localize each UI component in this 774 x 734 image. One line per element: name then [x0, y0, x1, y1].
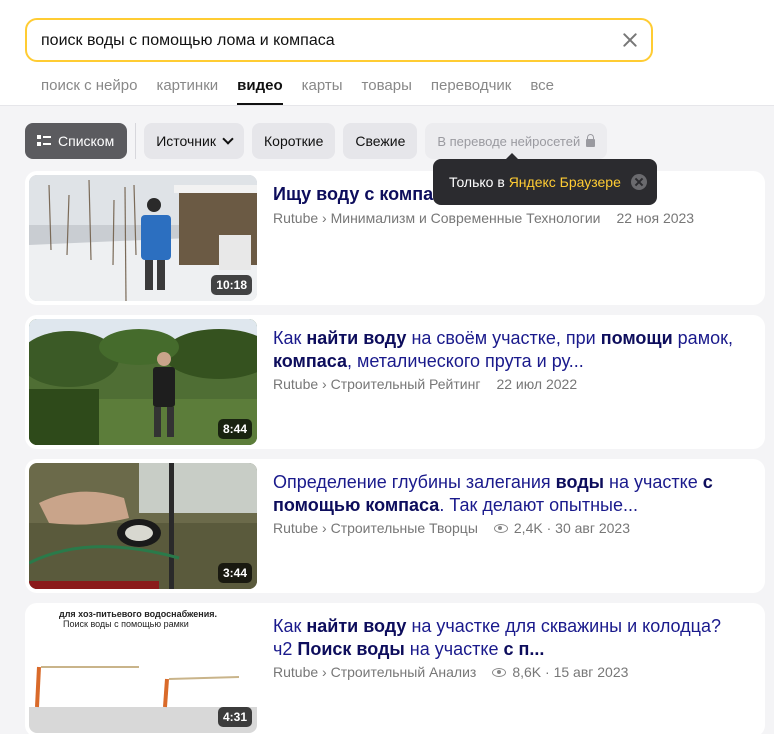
video-date: 30 авг 2023 [555, 520, 630, 536]
video-date: 22 ноя 2023 [616, 210, 695, 226]
title-fragment: компаса [273, 351, 347, 371]
video-result[interactable]: 8:44 Как найти воду на своём участке, пр… [25, 315, 765, 449]
title-fragment: Как [273, 328, 307, 348]
video-result[interactable]: 3:44 Определение глубины залегания воды … [25, 459, 765, 593]
title-fragment: , металического прута и ру... [346, 351, 584, 371]
title-fragment: . Так делают опытные... [439, 495, 638, 515]
search-box[interactable]: поиск воды с помощью лома и компаса [25, 18, 653, 62]
filter-divider [135, 123, 137, 159]
title-fragment: с п... [503, 639, 545, 659]
title-fragment: Определение глубины залегания [273, 472, 556, 492]
list-view-label: Списком [58, 133, 115, 149]
title-fragment: найти воду [306, 616, 407, 636]
tab-neuro[interactable]: поиск с нейро [41, 77, 137, 105]
video-date: 22 июл 2022 [496, 376, 578, 392]
video-thumbnail[interactable]: для хоз-питьевого водоснабжения. Поиск в… [29, 607, 257, 733]
title-fragment: Поиск воды [297, 639, 405, 659]
fresh-filter[interactable]: Свежие [343, 123, 418, 159]
duration-badge: 10:18 [211, 275, 252, 295]
short-filter[interactable]: Короткие [252, 123, 336, 159]
meta-separator: · [541, 664, 554, 680]
video-meta: Rutube › Минимализм и Современные Технол… [273, 210, 694, 226]
meta-separator: · [542, 520, 556, 536]
filter-bar: Списком Источник Короткие Свежие В перев… [25, 123, 615, 159]
clear-icon[interactable] [619, 29, 641, 51]
tab-all[interactable]: все [530, 77, 554, 105]
tab-maps[interactable]: карты [302, 77, 343, 105]
video-source[interactable]: Rutube › Строительный Рейтинг [273, 376, 480, 392]
list-view-button[interactable]: Списком [25, 123, 128, 159]
top-bar: поиск воды с помощью лома и компаса поис… [0, 0, 774, 106]
chevron-down-icon [222, 133, 234, 145]
source-filter-label: Источник [156, 133, 216, 149]
title-fragment: Как [273, 616, 307, 636]
title-fragment: на участке [604, 472, 703, 492]
close-icon[interactable] [631, 174, 647, 190]
video-thumbnail[interactable]: 8:44 [29, 319, 257, 445]
video-thumbnail[interactable]: 3:44 [29, 463, 257, 589]
tab-video[interactable]: видео [237, 77, 284, 105]
thumbnail-caption: для хоз-питьевого водоснабжения. [59, 609, 218, 619]
video-meta: Rutube › Строительные Творцы 2,4K · 30 а… [273, 520, 630, 536]
tab-translator[interactable]: переводчик [431, 77, 511, 105]
thumbnail-caption: Поиск воды с помощью рамки [63, 619, 189, 629]
video-thumbnail[interactable]: 10:18 [29, 175, 257, 301]
video-meta: Rutube › Строительный Рейтинг 22 июл 202… [273, 376, 577, 392]
title-fragment: на своём участке, при [406, 328, 601, 348]
video-title[interactable]: Как найти воду на участке для скважины и… [273, 615, 743, 661]
title-fragment: на участке [404, 639, 504, 659]
tab-products[interactable]: товары [362, 77, 412, 105]
search-tabs: поиск с нейро картинки видео карты товар… [41, 77, 573, 105]
list-icon [37, 135, 51, 147]
browser-tooltip: Только в Яндекс Браузере [433, 153, 657, 205]
video-source[interactable]: Rutube › Строительные Творцы [273, 520, 478, 536]
lock-icon [586, 134, 596, 147]
title-fragment: найти воду [306, 328, 407, 348]
video-title[interactable]: Как найти воду на своём участке, при пом… [273, 327, 743, 373]
title-fragment: Ищу воду с компас [273, 184, 444, 204]
duration-badge: 4:31 [217, 707, 252, 727]
title-fragment: помощи [600, 328, 673, 348]
video-meta: Rutube › Строительный Анализ 8,6K · 15 а… [273, 664, 628, 680]
search-input[interactable]: поиск воды с помощью лома и компаса [41, 32, 335, 50]
tooltip-text: Только в [449, 174, 509, 190]
duration-badge: 8:44 [217, 419, 252, 439]
tooltip-browser-link[interactable]: Яндекс Браузере [509, 174, 621, 190]
video-views: 2,4K [513, 520, 543, 536]
video-date: 15 авг 2023 [553, 664, 629, 680]
video-source[interactable]: Rutube › Строительный Анализ [273, 664, 476, 680]
duration-badge: 3:44 [217, 563, 252, 583]
tab-images[interactable]: картинки [156, 77, 218, 105]
eye-icon [492, 667, 507, 677]
video-result[interactable]: для хоз-питьевого водоснабжения. Поиск в… [25, 603, 765, 734]
title-fragment: рамок, [672, 328, 733, 348]
video-title[interactable]: Определение глубины залегания воды на уч… [273, 471, 743, 517]
video-source[interactable]: Rutube › Минимализм и Современные Технол… [273, 210, 601, 226]
video-views: 8,6K [512, 664, 542, 680]
title-fragment: воды [555, 472, 605, 492]
neural-translation-label: В переводе нейросетей [437, 133, 581, 149]
source-filter[interactable]: Источник [144, 123, 244, 159]
eye-icon [493, 523, 508, 533]
